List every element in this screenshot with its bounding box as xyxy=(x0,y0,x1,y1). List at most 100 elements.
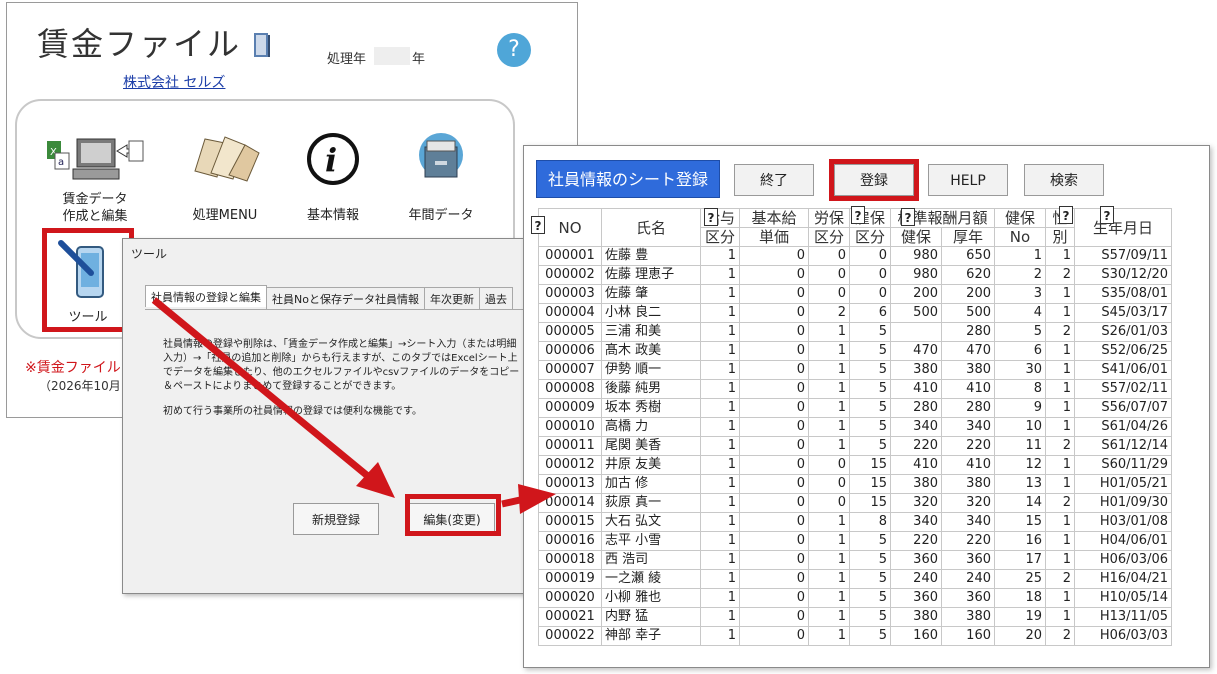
cell-health[interactable]: 380 xyxy=(890,607,942,627)
menu-process[interactable]: 処理MENU xyxy=(175,131,275,224)
help-button[interactable]: HELP xyxy=(928,164,1008,196)
cell-birth[interactable]: S41/06/01 xyxy=(1074,360,1172,380)
cell-birth[interactable]: H01/09/30 xyxy=(1074,493,1172,513)
cell-pay-type[interactable]: 1 xyxy=(700,398,740,418)
cell-labor-ins[interactable]: 1 xyxy=(808,512,850,532)
cell-health-no[interactable]: 11 xyxy=(994,436,1046,456)
cell-health-no[interactable]: 5 xyxy=(994,322,1046,342)
cell-birth[interactable]: S60/11/29 xyxy=(1074,455,1172,475)
cell-health[interactable]: 220 xyxy=(890,436,942,456)
cell-birth[interactable]: H03/01/08 xyxy=(1074,512,1172,532)
cell-sex[interactable]: 1 xyxy=(1045,284,1075,304)
cell-emp-ins[interactable]: 5 xyxy=(849,588,891,608)
help-mark-health-no[interactable]: ? xyxy=(1059,206,1073,224)
cell-name[interactable]: 小柳 雅也 xyxy=(601,588,701,608)
cell-unit-price[interactable]: 0 xyxy=(739,626,809,646)
cell-pay-type[interactable]: 1 xyxy=(700,474,740,494)
cell-birth[interactable]: S30/12/20 xyxy=(1074,265,1172,285)
help-mark-emp-ins[interactable]: ? xyxy=(901,208,915,226)
cell-name[interactable]: 伊勢 順一 xyxy=(601,360,701,380)
cell-sex[interactable]: 2 xyxy=(1045,626,1075,646)
cell-labor-ins[interactable]: 0 xyxy=(808,265,850,285)
cell-labor-ins[interactable]: 1 xyxy=(808,398,850,418)
cell-birth[interactable]: S52/06/25 xyxy=(1074,341,1172,361)
cell-unit-price[interactable]: 0 xyxy=(739,588,809,608)
cell-unit-price[interactable]: 0 xyxy=(739,265,809,285)
cell-sex[interactable]: 1 xyxy=(1045,246,1075,266)
cell-emp-ins[interactable]: 5 xyxy=(849,626,891,646)
cell-pension[interactable]: 240 xyxy=(941,569,995,589)
cell-emp-ins[interactable]: 0 xyxy=(849,284,891,304)
cell-health-no[interactable]: 2 xyxy=(994,265,1046,285)
cell-health-no[interactable]: 15 xyxy=(994,512,1046,532)
cell-emp-ins[interactable]: 15 xyxy=(849,455,891,475)
cell-pay-type[interactable]: 1 xyxy=(700,588,740,608)
cell-health-no[interactable]: 8 xyxy=(994,379,1046,399)
cell-health-no[interactable]: 19 xyxy=(994,607,1046,627)
cell-sex[interactable]: 1 xyxy=(1045,398,1075,418)
cell-sex[interactable]: 2 xyxy=(1045,493,1075,513)
cell-name[interactable]: 加古 修 xyxy=(601,474,701,494)
cell-health-no[interactable]: 16 xyxy=(994,531,1046,551)
cell-emp-ins[interactable]: 5 xyxy=(849,341,891,361)
cell-pension[interactable]: 470 xyxy=(941,341,995,361)
cell-birth[interactable]: S26/01/03 xyxy=(1074,322,1172,342)
cell-no[interactable]: 000003 xyxy=(538,284,602,304)
cell-no[interactable]: 000020 xyxy=(538,588,602,608)
cell-no[interactable]: 000018 xyxy=(538,550,602,570)
cell-pay-type[interactable]: 1 xyxy=(700,493,740,513)
cell-health-no[interactable]: 14 xyxy=(994,493,1046,513)
cell-sex[interactable]: 1 xyxy=(1045,455,1075,475)
cell-labor-ins[interactable]: 1 xyxy=(808,550,850,570)
menu-wage-data[interactable]: X a 賃金データ 作成と編集 xyxy=(45,131,145,225)
menu-annual-data[interactable]: 年間データ xyxy=(391,131,491,224)
cell-pension[interactable]: 650 xyxy=(941,246,995,266)
cell-health-no[interactable]: 4 xyxy=(994,303,1046,323)
cell-pay-type[interactable]: 1 xyxy=(700,360,740,380)
cell-pension[interactable]: 280 xyxy=(941,398,995,418)
cell-pay-type[interactable]: 1 xyxy=(700,531,740,551)
cell-health[interactable]: 340 xyxy=(890,512,942,532)
cell-name[interactable]: 小林 良二 xyxy=(601,303,701,323)
cell-birth[interactable]: S35/08/01 xyxy=(1074,284,1172,304)
cell-unit-price[interactable]: 0 xyxy=(739,436,809,456)
cell-pay-type[interactable]: 1 xyxy=(700,550,740,570)
cell-sex[interactable]: 1 xyxy=(1045,360,1075,380)
cell-health[interactable]: 160 xyxy=(890,626,942,646)
cell-labor-ins[interactable]: 1 xyxy=(808,588,850,608)
cell-pension[interactable]: 620 xyxy=(941,265,995,285)
cell-health-no[interactable]: 12 xyxy=(994,455,1046,475)
cell-unit-price[interactable]: 0 xyxy=(739,569,809,589)
cell-unit-price[interactable]: 0 xyxy=(739,379,809,399)
cell-health[interactable]: 360 xyxy=(890,550,942,570)
cell-sex[interactable]: 2 xyxy=(1045,265,1075,285)
cell-unit-price[interactable]: 0 xyxy=(739,474,809,494)
cell-pension[interactable]: 360 xyxy=(941,550,995,570)
tab-employee-edit[interactable]: 社員情報の登録と編集 xyxy=(145,285,267,307)
cell-emp-ins[interactable]: 5 xyxy=(849,417,891,437)
cell-emp-ins[interactable]: 5 xyxy=(849,436,891,456)
cell-health[interactable]: 200 xyxy=(890,284,942,304)
cell-health[interactable]: 410 xyxy=(890,455,942,475)
cell-birth[interactable]: H16/04/21 xyxy=(1074,569,1172,589)
cell-health[interactable]: 320 xyxy=(890,493,942,513)
cell-pension[interactable]: 200 xyxy=(941,284,995,304)
cell-sex[interactable]: 1 xyxy=(1045,474,1075,494)
cell-name[interactable]: 髙木 政美 xyxy=(601,341,701,361)
cell-name[interactable]: 尾関 美香 xyxy=(601,436,701,456)
cell-pay-type[interactable]: 1 xyxy=(700,436,740,456)
cell-name[interactable]: 後藤 純男 xyxy=(601,379,701,399)
cell-name[interactable]: 神部 幸子 xyxy=(601,626,701,646)
cell-health-no[interactable]: 9 xyxy=(994,398,1046,418)
cell-birth[interactable]: H06/03/06 xyxy=(1074,550,1172,570)
cell-birth[interactable]: H06/03/03 xyxy=(1074,626,1172,646)
cell-labor-ins[interactable]: 1 xyxy=(808,379,850,399)
cell-sex[interactable]: 1 xyxy=(1045,417,1075,437)
cell-labor-ins[interactable]: 1 xyxy=(808,322,850,342)
help-mark-labor-ins[interactable]: ? xyxy=(851,206,865,224)
cell-no[interactable]: 000014 xyxy=(538,493,602,513)
cell-health-no[interactable]: 3 xyxy=(994,284,1046,304)
cell-unit-price[interactable]: 0 xyxy=(739,322,809,342)
cell-birth[interactable]: H04/06/01 xyxy=(1074,531,1172,551)
cell-health[interactable] xyxy=(890,322,942,342)
